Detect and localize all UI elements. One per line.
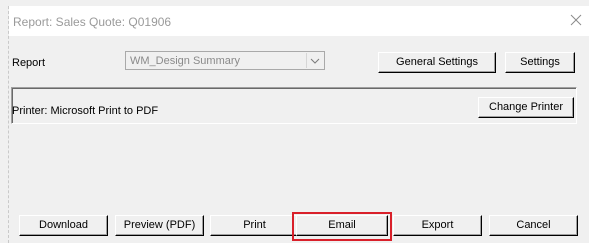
preview-pdf-button[interactable]: Preview (PDF) (115, 215, 204, 236)
cancel-button[interactable]: Cancel (489, 215, 578, 236)
download-button[interactable]: Download (19, 215, 108, 236)
report-select[interactable]: WM_Design Summary (125, 51, 325, 70)
dialog-title: Report: Sales Quote: Q01906 (13, 15, 172, 29)
export-button[interactable]: Export (393, 215, 482, 236)
general-settings-button[interactable]: General Settings (378, 52, 496, 73)
close-icon[interactable] (569, 13, 583, 27)
chevron-down-icon[interactable] (306, 53, 323, 68)
report-dialog: Report: Sales Quote: Q01906 (8, 6, 589, 243)
print-button[interactable]: Print (210, 215, 299, 236)
report-select-value: WM_Design Summary (130, 55, 241, 67)
change-printer-button[interactable]: Change Printer (478, 97, 574, 118)
settings-button[interactable]: Settings (505, 52, 575, 73)
title-bar: Report: Sales Quote: Q01906 (9, 6, 589, 36)
report-label: Report (12, 57, 46, 69)
email-button[interactable]: Email (296, 215, 388, 236)
printer-label: Printer: Microsoft Print to PDF (12, 105, 159, 117)
